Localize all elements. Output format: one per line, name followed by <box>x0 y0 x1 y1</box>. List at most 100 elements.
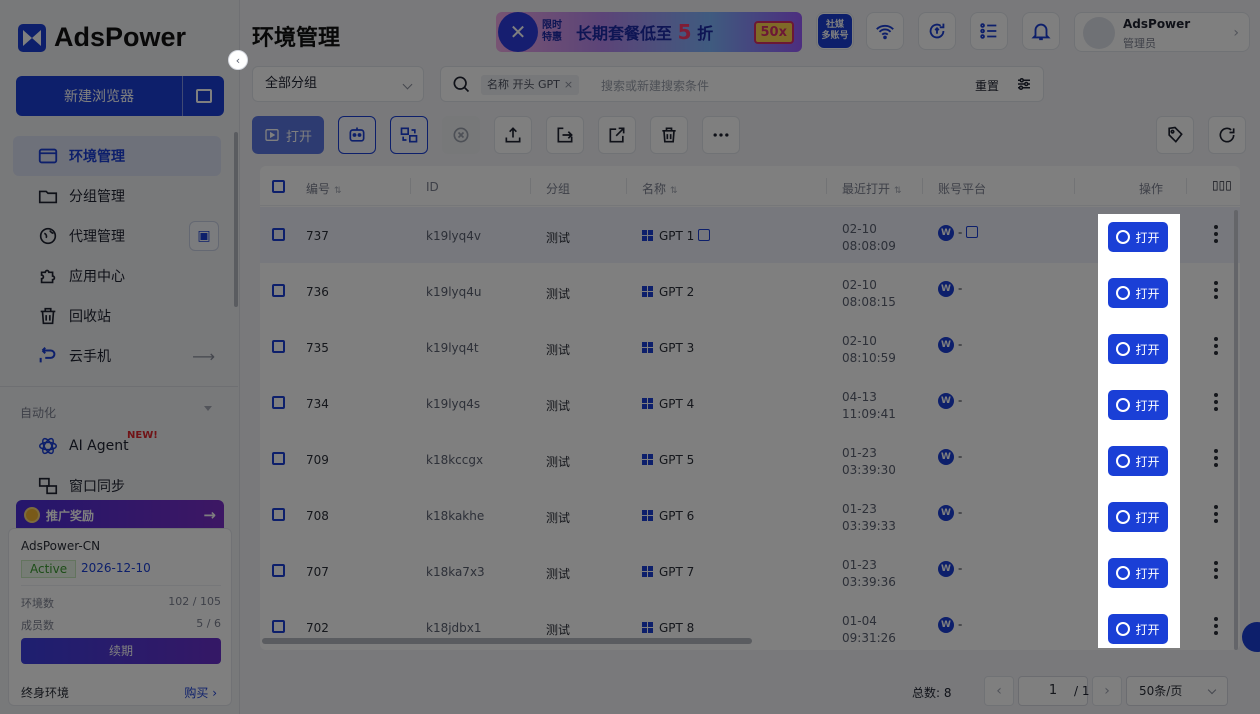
close-icon[interactable]: × <box>564 78 573 91</box>
table-header: 编号 ⇅ ID 分组 名称 ⇅ 最近打开 ⇅ 账号平台 操作 ▯▯▯ <box>260 166 1240 206</box>
cell-id: k19lyq4s <box>426 397 481 411</box>
horizontal-scrollbar[interactable] <box>262 638 752 644</box>
sidebar-collapse-button[interactable]: ‹ <box>228 50 248 70</box>
column-header-last-open[interactable]: 最近打开 ⇅ <box>842 180 902 197</box>
automation-section-header[interactable]: 自动化 <box>20 404 212 421</box>
profile-name: GPT 1 <box>659 229 695 243</box>
sidebar-item-ai-agent[interactable]: AI Agent NEW! <box>13 426 221 466</box>
row-more-button[interactable] <box>1214 281 1218 302</box>
coin-icon <box>24 507 40 523</box>
table-row[interactable]: 709 k18kccgx 测试 GPT 5 01-23 03:39:30 W - <box>260 431 1240 487</box>
select-all-checkbox[interactable] <box>272 180 285 193</box>
open-browser-button[interactable]: 打开 <box>1108 502 1168 532</box>
task-list-button[interactable] <box>970 12 1008 50</box>
open-browser-button[interactable]: 打开 <box>1108 334 1168 364</box>
network-button[interactable] <box>866 12 904 50</box>
open-browser-button[interactable]: 打开 <box>1108 222 1168 252</box>
batch-add-icon[interactable] <box>182 76 224 116</box>
reset-button[interactable]: 重置 <box>975 77 999 94</box>
column-header-name[interactable]: 名称 ⇅ <box>642 180 678 197</box>
upload-icon <box>505 127 521 143</box>
share-button[interactable] <box>598 116 636 154</box>
export-button[interactable] <box>494 116 532 154</box>
sidebar-item-profiles[interactable]: 环境管理 <box>13 136 221 176</box>
open-browser-button[interactable]: 打开 <box>1108 614 1168 644</box>
renew-button[interactable]: 续期 <box>21 638 221 664</box>
rpa-button[interactable] <box>338 116 376 154</box>
platform-icon: W <box>938 505 954 521</box>
new-browser-button[interactable]: 新建浏览器 <box>16 76 224 116</box>
row-more-button[interactable] <box>1214 393 1218 414</box>
more-actions-button[interactable] <box>702 116 740 154</box>
sync-button[interactable] <box>918 12 956 50</box>
row-checkbox[interactable] <box>272 452 285 465</box>
cell-last-open: 02-10 08:10:59 <box>842 333 896 367</box>
open-selected-button[interactable]: 打开 <box>252 116 324 154</box>
user-menu[interactable]: AdsPower 管理员 › <box>1074 12 1250 52</box>
chevron-left-icon: ‹ <box>996 683 1002 699</box>
cell-group: 测试 <box>546 287 571 301</box>
proxy-shop-icon[interactable]: ▣ <box>189 221 219 251</box>
open-browser-button[interactable]: 打开 <box>1108 278 1168 308</box>
row-checkbox[interactable] <box>272 396 285 409</box>
new-browser-label: 新建浏览器 <box>64 89 134 105</box>
notification-button[interactable] <box>1022 12 1060 50</box>
filter-settings-icon[interactable] <box>1015 75 1033 93</box>
sidebar-item-apps[interactable]: 应用中心 <box>13 256 221 296</box>
close-all-button[interactable] <box>442 116 480 154</box>
column-settings-icon[interactable]: ▯▯▯ <box>1212 178 1232 192</box>
next-page-button[interactable]: › <box>1092 676 1122 706</box>
table-row[interactable]: 735 k19lyq4t 测试 GPT 3 02-10 08:10:59 W - <box>260 319 1240 375</box>
sidebar-item-proxies[interactable]: 代理管理 ▣ <box>13 216 221 256</box>
table-row[interactable]: 737 k19lyq4v 测试 GPT 1 02-10 08:08:09 W - <box>260 207 1240 263</box>
vertical-scrollbar[interactable] <box>1234 210 1238 650</box>
search-bar[interactable]: 名称 开头 GPT × 搜索或新建搜索条件 重置 <box>440 66 1044 102</box>
open-browser-button[interactable]: 打开 <box>1108 446 1168 476</box>
prev-page-button[interactable]: ‹ <box>984 676 1014 706</box>
column-header-num[interactable]: 编号 ⇅ <box>306 180 342 197</box>
promo-banner[interactable]: ✕ 限时 特惠 长期套餐低至 5 折 50x <box>496 12 802 52</box>
row-more-button[interactable] <box>1214 225 1218 246</box>
row-checkbox[interactable] <box>272 284 285 297</box>
social-matrix-button[interactable]: 社媒 多账号 <box>816 12 854 50</box>
row-checkbox[interactable] <box>272 620 285 633</box>
delete-button[interactable] <box>650 116 688 154</box>
move-group-button[interactable] <box>546 116 584 154</box>
row-checkbox[interactable] <box>272 228 285 241</box>
edit-icon[interactable] <box>698 229 711 241</box>
company-name: AdsPower-CN <box>21 539 101 553</box>
sidebar-item-cloud-phone[interactable]: 云手机 ⟶ <box>13 336 221 376</box>
search-filter-chip[interactable]: 名称 开头 GPT × <box>481 75 580 95</box>
search-input[interactable]: 搜索或新建搜索条件 <box>601 77 709 94</box>
buy-label: 购买 <box>184 686 209 700</box>
table-row[interactable]: 707 k18ka7x3 测试 GPT 7 01-23 03:39:36 W - <box>260 543 1240 599</box>
window-sync-button[interactable] <box>390 116 428 154</box>
row-more-button[interactable] <box>1214 617 1218 638</box>
chrome-icon <box>1116 286 1131 300</box>
platform-value: - <box>958 225 963 240</box>
row-checkbox[interactable] <box>272 564 285 577</box>
open-browser-button[interactable]: 打开 <box>1108 390 1168 420</box>
page-size-select[interactable]: 50条/页 <box>1126 676 1228 706</box>
row-more-button[interactable] <box>1214 337 1218 358</box>
sidebar-item-groups[interactable]: 分组管理 <box>13 176 221 216</box>
last-open-time: 08:08:15 <box>842 295 896 309</box>
sidebar-scrollbar[interactable] <box>234 132 238 307</box>
edit-icon[interactable] <box>966 225 979 238</box>
row-more-button[interactable] <box>1214 505 1218 526</box>
table-row[interactable]: 708 k18kakhe 测试 GPT 6 01-23 03:39:33 W - <box>260 487 1240 543</box>
table-row[interactable]: 734 k19lyq4s 测试 GPT 4 04-13 11:09:41 W - <box>260 375 1240 431</box>
table-row[interactable]: 736 k19lyq4u 测试 GPT 2 02-10 08:08:15 W - <box>260 263 1240 319</box>
open-browser-button[interactable]: 打开 <box>1108 558 1168 588</box>
referral-banner[interactable]: 推广奖励 → <box>16 500 224 530</box>
group-select[interactable]: 全部分组 <box>252 66 424 102</box>
refresh-button[interactable] <box>1208 116 1246 154</box>
row-more-button[interactable] <box>1214 561 1218 582</box>
platform-icon: W <box>938 225 954 241</box>
buy-link[interactable]: 购买 › <box>184 684 217 701</box>
sidebar-item-recycle-bin[interactable]: 回收站 <box>13 296 221 336</box>
tag-button[interactable] <box>1156 116 1194 154</box>
row-checkbox[interactable] <box>272 340 285 353</box>
row-checkbox[interactable] <box>272 508 285 521</box>
row-more-button[interactable] <box>1214 449 1218 470</box>
